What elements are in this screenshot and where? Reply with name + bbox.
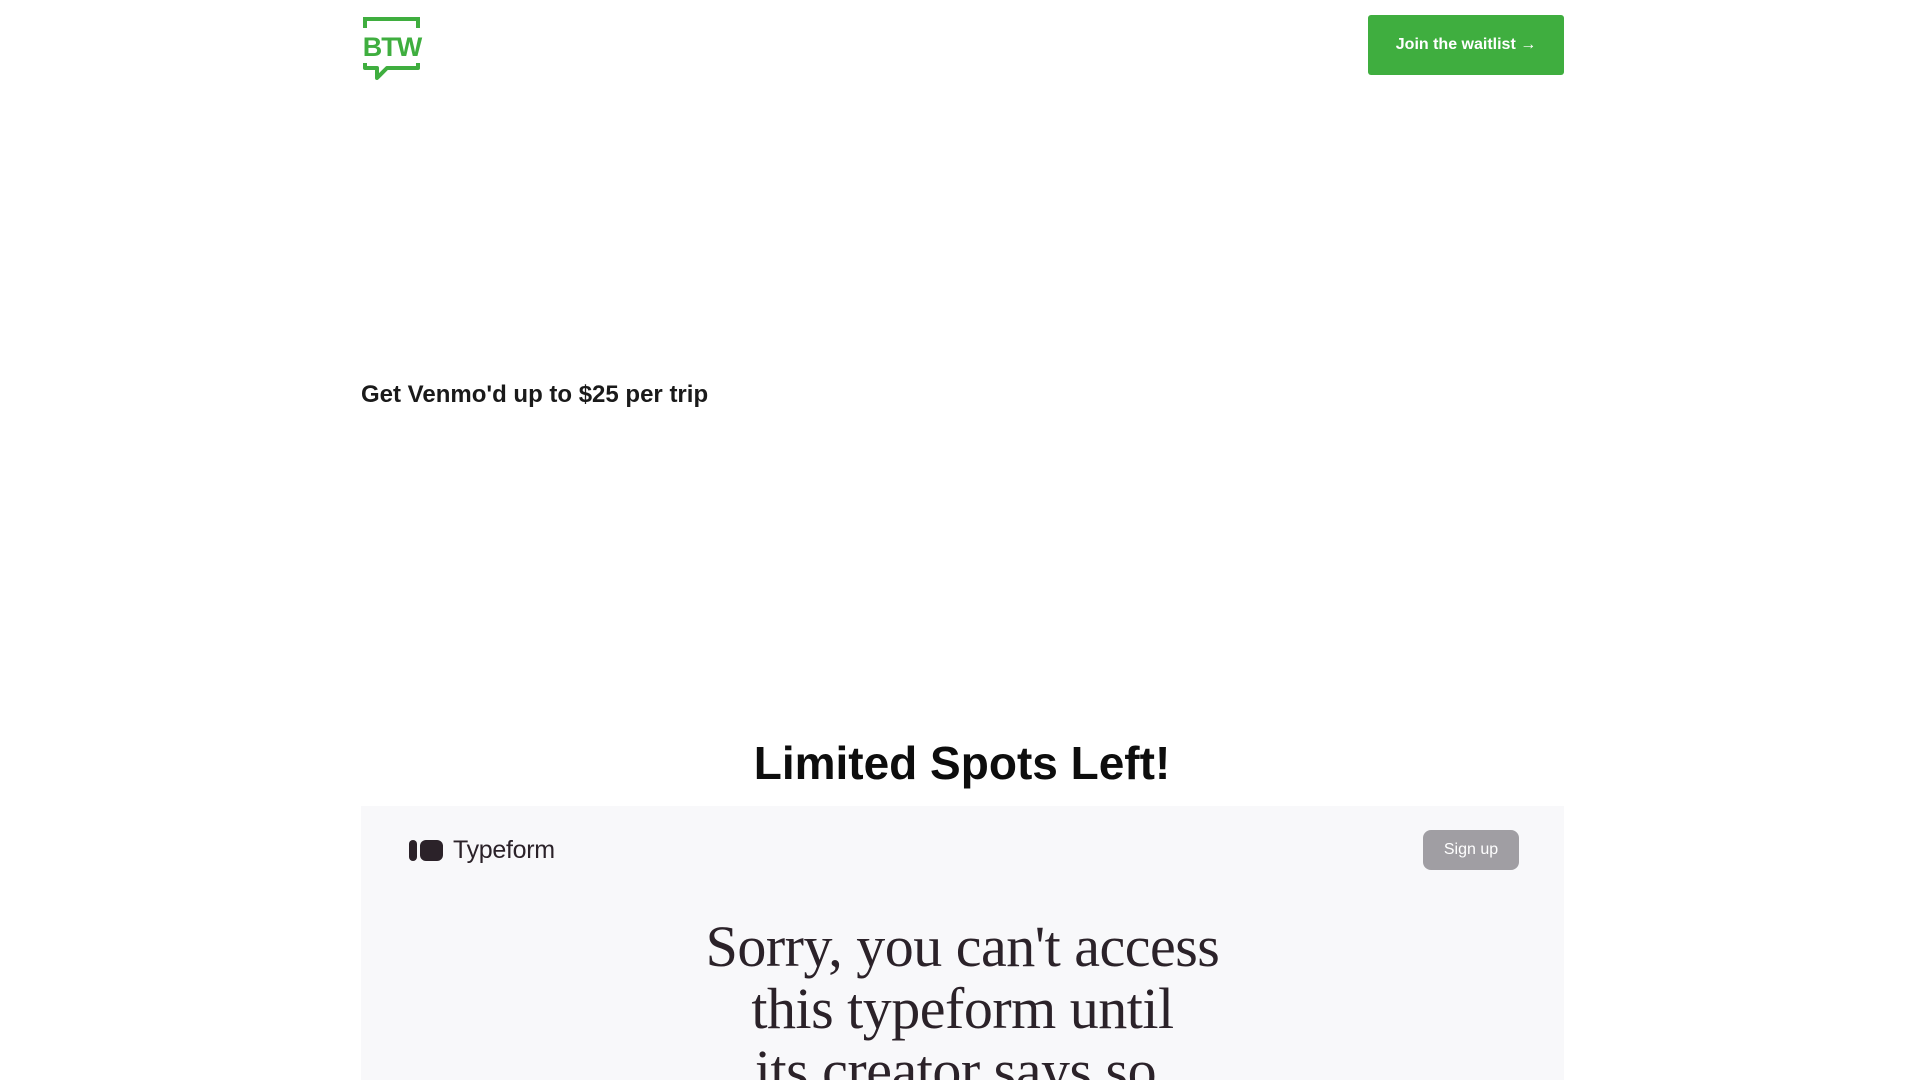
typeform-brand-name: Typeform <box>453 835 555 864</box>
typeform-logo-icon <box>409 839 443 861</box>
join-waitlist-button[interactable]: Join the waitlist → <box>1368 15 1564 75</box>
logo-text: BTW <box>363 32 423 62</box>
btw-logo-icon: BTW <box>363 17 424 80</box>
btw-logo[interactable]: BTW <box>360 16 424 80</box>
hero-subheading: Get Venmo'd up to $25 per trip <box>361 381 709 408</box>
page: BTW Join the waitlist → Get Venmo'd up t… <box>0 0 1920 1080</box>
typeform-brand[interactable]: Typeform <box>409 834 555 866</box>
typeform-unavailable-message: Sorry, you can't access this typeform un… <box>361 916 1564 1080</box>
message-line: Sorry, you can't access <box>705 914 1220 979</box>
typeform-embed: Typeform Sign up Sorry, you can't access… <box>361 806 1564 1080</box>
message-line: its creator says so. <box>754 1038 1171 1080</box>
typeform-signup-button[interactable]: Sign up <box>1423 830 1519 870</box>
message-line: this typeform until <box>751 976 1174 1041</box>
limited-spots-heading: Limited Spots Left! <box>753 737 1171 789</box>
